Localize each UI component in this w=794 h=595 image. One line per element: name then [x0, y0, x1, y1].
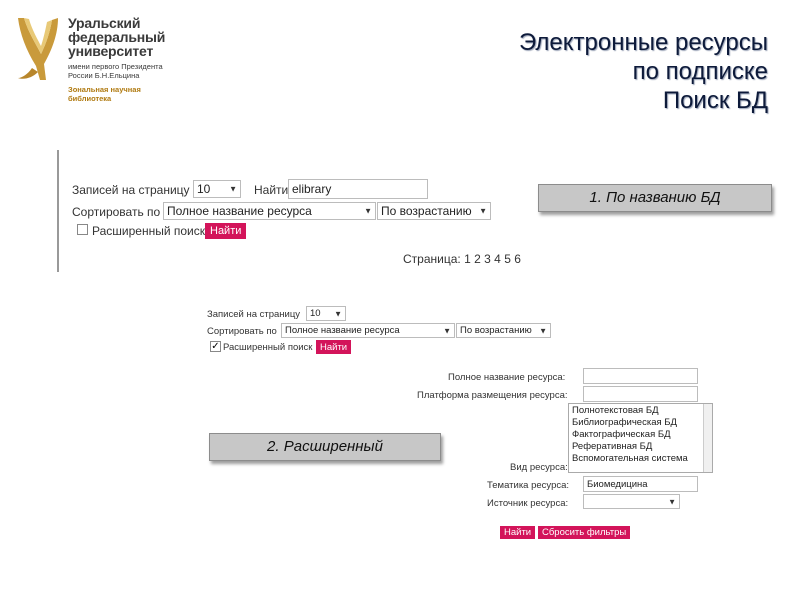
logo-line-1: Уральский: [68, 15, 141, 31]
form2-full-name-label: Полное название ресурса:: [448, 372, 566, 383]
university-logo-icon: [14, 14, 62, 84]
form1-per-page-value: 10: [197, 182, 211, 196]
form2-find-button[interactable]: Найти: [316, 340, 352, 354]
callout-by-name: 1. По названию БД: [538, 184, 772, 212]
form2-reset-filters-button[interactable]: Сбросить фильтры: [538, 526, 631, 539]
form2-per-page-value: 10: [310, 308, 321, 319]
form2-source-select[interactable]: ▼: [583, 494, 680, 509]
form2-platform-input[interactable]: [583, 386, 698, 402]
form1-advanced-label: Расширенный поиск: [92, 224, 205, 238]
form1-sort-order-select[interactable]: По возрастанию ▼: [377, 202, 491, 220]
form2-advanced-label: Расширенный поиск: [223, 342, 313, 353]
form2-sort-label: Сортировать по: [207, 326, 277, 337]
pagination-label: Страница:: [403, 252, 461, 266]
form1-find-label: Найти: [254, 183, 289, 197]
form2-per-page-label: Записей на страницу: [207, 309, 301, 320]
slide-title: Электронные ресурсы по подписке Поиск БД: [519, 28, 768, 115]
form2-per-page-select[interactable]: 10 ▼: [306, 306, 346, 321]
logo-line-3: университет: [68, 43, 154, 59]
page-link-6[interactable]: 6: [514, 252, 521, 266]
logo-subtitle-2: России Б.Н.Ельцина: [68, 71, 140, 80]
form1-find-button[interactable]: Найти: [205, 223, 247, 239]
form1-advanced-checkbox[interactable]: [77, 224, 88, 235]
chevron-down-icon: ▼: [443, 326, 451, 335]
logo-library-1: Зональная научная: [68, 85, 141, 94]
form2-sort-field-select[interactable]: Полное название ресурса ▼: [281, 323, 455, 338]
type-option-5[interactable]: Вспомогательная система: [572, 453, 709, 465]
form2-platform-label: Платформа размещения ресурса:: [417, 390, 568, 401]
page-link-2[interactable]: 2: [474, 252, 481, 266]
page-link-3[interactable]: 3: [484, 252, 491, 266]
form2-sort-order-value: По возрастанию: [460, 325, 532, 336]
form2-topic-label: Тематика ресурса:: [487, 480, 570, 491]
form2-type-label: Вид ресурса:: [510, 462, 568, 473]
form1-sort-label: Сортировать по: [72, 205, 161, 219]
form2-advanced-checkbox[interactable]: ✓: [210, 341, 221, 352]
slide-title-line-2: по подписке: [632, 58, 768, 85]
form2-find-button-2[interactable]: Найти: [500, 526, 536, 539]
form1-pagination: Страница: 1 2 3 4 5 6: [403, 252, 521, 266]
slide-title-line-1: Электронные ресурсы: [518, 29, 768, 56]
form1-sort-order-value: По возрастанию: [381, 204, 472, 218]
type-option-3[interactable]: Фактографическая БД: [572, 429, 709, 441]
form1-sort-field-select[interactable]: Полное название ресурса ▼: [163, 202, 376, 220]
chevron-down-icon: ▼: [668, 497, 676, 506]
form1-per-page-label: Записей на страницу: [72, 183, 190, 197]
slide-title-line-3: Поиск БД: [662, 87, 768, 114]
form2-source-label: Источник ресурса:: [487, 498, 569, 509]
form1-per-page-select[interactable]: 10 ▼: [193, 180, 241, 198]
page-link-4[interactable]: 4: [494, 252, 501, 266]
logo-library-2: библиотека: [68, 94, 112, 103]
page-link-5[interactable]: 5: [504, 252, 511, 266]
form1-sort-field-value: Полное название ресурса: [167, 204, 312, 218]
type-option-2[interactable]: Библиографическая БД: [572, 417, 709, 429]
form2-full-name-input[interactable]: [583, 368, 698, 384]
form1-left-border: [57, 150, 59, 272]
form2-topic-input[interactable]: [583, 476, 698, 492]
chevron-down-icon: ▼: [229, 184, 237, 194]
university-name: Уральский федеральный университет имени …: [68, 16, 165, 103]
chevron-down-icon: ▼: [364, 206, 372, 216]
logo-subtitle-1: имени первого Президента: [68, 62, 163, 71]
type-option-4[interactable]: Реферативная БД: [572, 441, 709, 453]
chevron-down-icon: ▼: [479, 206, 487, 216]
type-option-1[interactable]: Полнотекстовая БД: [572, 405, 709, 417]
form2-sort-field-value: Полное название ресурса: [285, 325, 400, 336]
chevron-down-icon: ▼: [334, 309, 342, 318]
listbox-scrollbar[interactable]: [703, 404, 712, 472]
logo-line-2: федеральный: [68, 29, 166, 45]
page-link-1[interactable]: 1: [464, 252, 471, 266]
callout-advanced: 2. Расширенный: [209, 433, 441, 461]
form2-type-listbox[interactable]: Полнотекстовая БД Библиографическая БД Ф…: [568, 403, 713, 473]
chevron-down-icon: ▼: [539, 326, 547, 335]
form2-sort-order-select[interactable]: По возрастанию ▼: [456, 323, 551, 338]
form1-search-input[interactable]: [288, 179, 428, 199]
